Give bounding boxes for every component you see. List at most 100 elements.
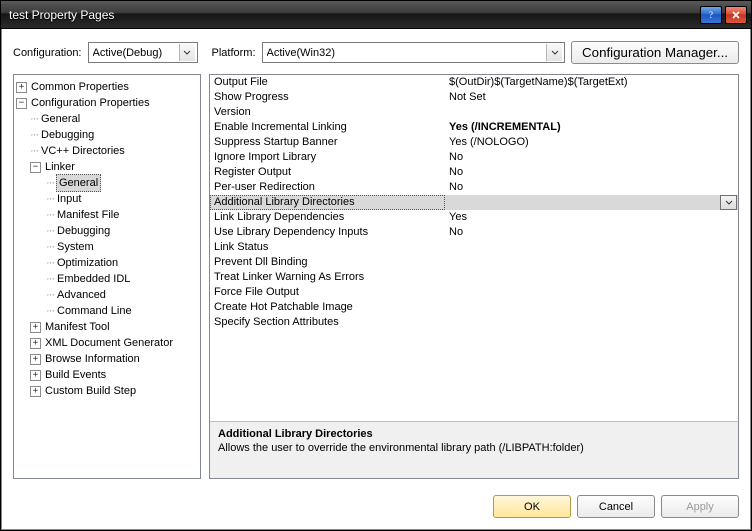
property-label: Create Hot Patchable Image — [210, 300, 445, 315]
titlebar[interactable]: test Property Pages ? — [1, 1, 751, 29]
configuration-combo[interactable]: Active(Debug) — [88, 42, 198, 63]
tree-item-debugging[interactable]: ···Debugging — [16, 127, 198, 143]
property-value[interactable]: No — [445, 225, 738, 240]
tree-label: Debugging — [57, 223, 110, 239]
property-value[interactable]: Not Set — [445, 90, 738, 105]
property-value[interactable]: Yes (/NOLOGO) — [445, 135, 738, 150]
property-value[interactable]: No — [445, 150, 738, 165]
property-grid[interactable]: Output File$(OutDir)$(TargetName)$(Targe… — [209, 74, 739, 422]
tree-item-linker[interactable]: −Linker — [16, 159, 198, 175]
property-value[interactable] — [445, 240, 738, 255]
property-label: Force File Output — [210, 285, 445, 300]
property-value[interactable]: $(OutDir)$(TargetName)$(TargetExt) — [445, 75, 738, 90]
property-label: Per-user Redirection — [210, 180, 445, 195]
property-row[interactable]: Prevent Dll Binding — [210, 255, 738, 270]
tree-item-xml-document-generator[interactable]: +XML Document Generator — [16, 335, 198, 351]
tree-item-linker-advanced[interactable]: ···Advanced — [16, 287, 198, 303]
expand-icon[interactable]: + — [30, 386, 41, 397]
property-row[interactable]: Register OutputNo — [210, 165, 738, 180]
tree-item-linker-optimization[interactable]: ···Optimization — [16, 255, 198, 271]
tree-item-linker-embedded-idl[interactable]: ···Embedded IDL — [16, 271, 198, 287]
tree-item-linker-general[interactable]: ···General — [16, 175, 198, 191]
tree-label: Configuration Properties — [31, 95, 150, 111]
tree-item-configuration-properties[interactable]: −Configuration Properties — [16, 95, 198, 111]
property-value[interactable]: Yes — [445, 210, 738, 225]
description-panel: Additional Library Directories Allows th… — [209, 421, 739, 479]
tree-label: Linker — [45, 159, 75, 175]
property-value[interactable] — [445, 300, 738, 315]
tree-label: VC++ Directories — [41, 143, 125, 159]
chevron-down-icon[interactable] — [720, 195, 737, 210]
tree-connector-icon: ··· — [46, 303, 54, 319]
platform-combo[interactable]: Active(Win32) — [262, 42, 566, 63]
property-label: Prevent Dll Binding — [210, 255, 445, 270]
dialog-window: test Property Pages ? Configuration: Act… — [0, 0, 752, 531]
property-value[interactable] — [445, 255, 738, 270]
apply-button[interactable]: Apply — [661, 495, 739, 518]
tree-item-general[interactable]: ···General — [16, 111, 198, 127]
expand-icon[interactable]: + — [30, 370, 41, 381]
ok-button[interactable]: OK — [493, 495, 571, 518]
collapse-icon[interactable]: − — [16, 98, 27, 109]
property-value[interactable] — [445, 270, 738, 285]
configuration-value: Active(Debug) — [93, 47, 179, 59]
tree-label: Manifest File — [57, 207, 119, 223]
property-row[interactable]: Treat Linker Warning As Errors — [210, 270, 738, 285]
property-row[interactable]: Suppress Startup BannerYes (/NOLOGO) — [210, 135, 738, 150]
property-label: Register Output — [210, 165, 445, 180]
property-value[interactable]: No — [445, 165, 738, 180]
expand-icon[interactable]: + — [16, 82, 27, 93]
tree-item-vcpp-directories[interactable]: ···VC++ Directories — [16, 143, 198, 159]
tree-item-manifest-tool[interactable]: +Manifest Tool — [16, 319, 198, 335]
tree-item-linker-command-line[interactable]: ···Command Line — [16, 303, 198, 319]
property-label: Link Library Dependencies — [210, 210, 445, 225]
tree-item-linker-system[interactable]: ···System — [16, 239, 198, 255]
tree-connector-icon: ··· — [46, 175, 54, 191]
configuration-manager-button[interactable]: Configuration Manager... — [571, 41, 739, 64]
svg-text:?: ? — [709, 10, 713, 20]
property-value[interactable] — [445, 195, 738, 210]
close-button[interactable] — [725, 6, 747, 24]
tree-label: Command Line — [57, 303, 132, 319]
property-value[interactable] — [445, 315, 738, 330]
tree-item-common-properties[interactable]: +Common Properties — [16, 79, 198, 95]
tree-connector-icon: ··· — [46, 207, 54, 223]
chevron-down-icon[interactable] — [179, 44, 195, 61]
property-value[interactable] — [445, 105, 738, 120]
cancel-button[interactable]: Cancel — [577, 495, 655, 518]
property-row[interactable]: Specify Section Attributes — [210, 315, 738, 330]
property-row[interactable]: Output File$(OutDir)$(TargetName)$(Targe… — [210, 75, 738, 90]
tree-item-linker-debugging[interactable]: ···Debugging — [16, 223, 198, 239]
tree-item-build-events[interactable]: +Build Events — [16, 367, 198, 383]
property-row[interactable]: Use Library Dependency InputsNo — [210, 225, 738, 240]
property-label: Ignore Import Library — [210, 150, 445, 165]
tree-view[interactable]: +Common Properties −Configuration Proper… — [13, 74, 201, 479]
expand-icon[interactable]: + — [30, 338, 41, 349]
property-row[interactable]: Link Library DependenciesYes — [210, 210, 738, 225]
tree-item-custom-build-step[interactable]: +Custom Build Step — [16, 383, 198, 399]
help-button[interactable]: ? — [700, 6, 722, 24]
property-row[interactable]: Version — [210, 105, 738, 120]
tree-item-linker-manifest-file[interactable]: ···Manifest File — [16, 207, 198, 223]
tree-item-linker-input[interactable]: ···Input — [16, 191, 198, 207]
toolbar: Configuration: Active(Debug) Platform: A… — [1, 29, 751, 74]
property-row[interactable]: Additional Library Directories — [210, 195, 738, 210]
description-text: Allows the user to override the environm… — [218, 442, 730, 454]
property-row[interactable]: Create Hot Patchable Image — [210, 300, 738, 315]
property-label: Link Status — [210, 240, 445, 255]
collapse-icon[interactable]: − — [30, 162, 41, 173]
expand-icon[interactable]: + — [30, 322, 41, 333]
property-value[interactable]: No — [445, 180, 738, 195]
expand-icon[interactable]: + — [30, 354, 41, 365]
property-value[interactable]: Yes (/INCREMENTAL) — [445, 120, 738, 135]
property-row[interactable]: Enable Incremental LinkingYes (/INCREMEN… — [210, 120, 738, 135]
tree-item-browse-information[interactable]: +Browse Information — [16, 351, 198, 367]
property-row[interactable]: Per-user RedirectionNo — [210, 180, 738, 195]
property-row[interactable]: Link Status — [210, 240, 738, 255]
property-row[interactable]: Ignore Import LibraryNo — [210, 150, 738, 165]
property-row[interactable]: Show ProgressNot Set — [210, 90, 738, 105]
chevron-down-icon[interactable] — [546, 44, 562, 61]
property-row[interactable]: Force File Output — [210, 285, 738, 300]
window-title: test Property Pages — [9, 8, 697, 22]
property-value[interactable] — [445, 285, 738, 300]
